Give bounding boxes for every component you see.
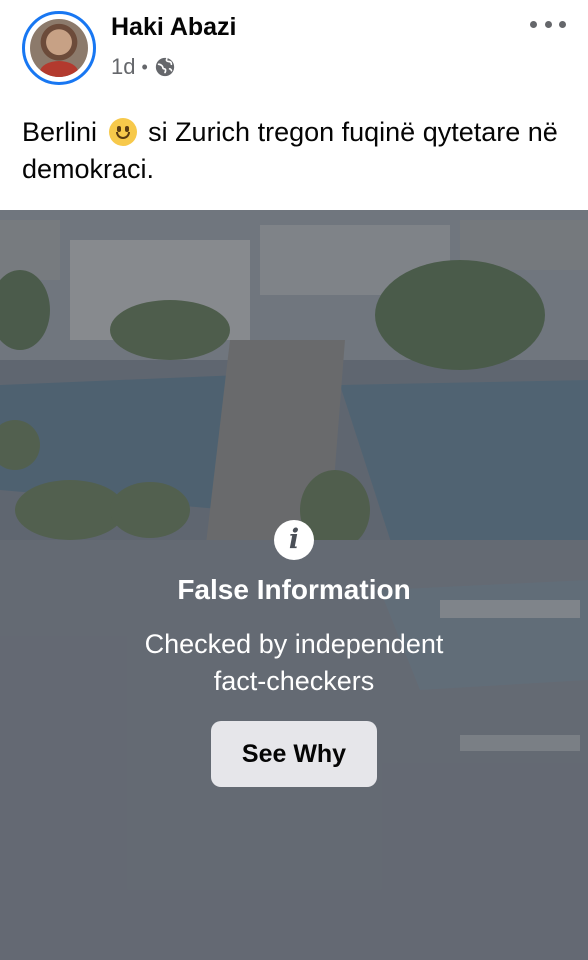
post-header: Haki Abazi 1d • Berlini si Zurich tregon… xyxy=(0,0,588,210)
see-why-button[interactable]: See Why xyxy=(211,721,377,787)
smiley-emoji-icon xyxy=(108,118,137,146)
more-options-icon[interactable] xyxy=(530,14,566,34)
false-information-warning: i False Information Checked by independe… xyxy=(0,210,588,960)
warning-title: False Information xyxy=(177,574,411,605)
globe-icon xyxy=(155,57,174,77)
warning-subtitle-line2: fact-checkers xyxy=(213,666,375,696)
avatar[interactable] xyxy=(22,11,96,85)
post-time[interactable]: 1d xyxy=(111,54,135,80)
meta-separator: • xyxy=(141,56,148,77)
post-text-end: si Zurich tregon fuqinë qytetare në demo… xyxy=(22,117,558,184)
post-photo[interactable]: i False Information Checked by independe… xyxy=(0,210,588,960)
info-icon: i xyxy=(274,520,314,560)
warning-subtitle: Checked by independent fact-checkers xyxy=(0,626,588,700)
post-text-start: Berlini xyxy=(22,117,98,147)
profile-photo xyxy=(30,19,88,77)
post-text: Berlini si Zurich tregon fuqinë qytetare… xyxy=(22,114,572,188)
warning-subtitle-line1: Checked by independent xyxy=(144,629,444,659)
post-meta: 1d • xyxy=(111,54,176,80)
author-name[interactable]: Haki Abazi xyxy=(111,13,237,42)
